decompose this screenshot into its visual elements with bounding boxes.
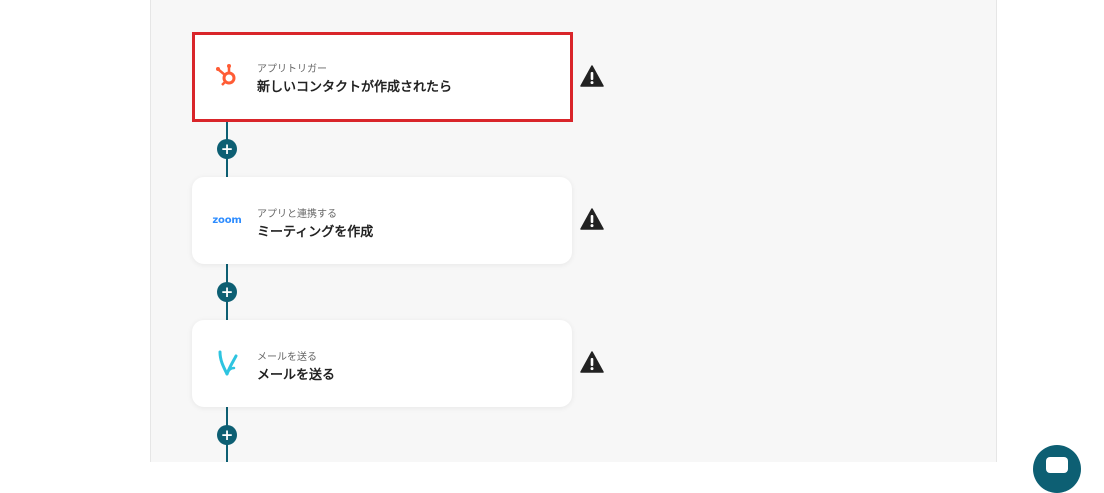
chat-icon [1046, 457, 1068, 473]
flow-step-zoom[interactable]: zoom アプリと連携する ミーティングを作成 [192, 177, 572, 264]
flow-step-mail[interactable]: メールを送る メールを送る [192, 320, 572, 407]
zoom-logo-text: zoom [212, 214, 242, 226]
zoom-icon: zoom [212, 205, 242, 235]
add-step-button[interactable]: + [217, 425, 237, 445]
warning-triangle-icon[interactable] [580, 208, 604, 230]
step-subtitle: アプリトリガー [257, 64, 327, 75]
add-step-button[interactable]: + [217, 282, 237, 302]
chat-button[interactable] [1033, 445, 1081, 493]
step-title: 新しいコンタクトが作成されたら [257, 80, 453, 95]
add-step-button[interactable]: + [217, 139, 237, 159]
warning-triangle-icon[interactable] [580, 65, 604, 87]
warning-triangle-icon[interactable] [580, 351, 604, 373]
yoom-mail-icon [212, 348, 242, 378]
step-title: ミーティングを作成 [257, 225, 374, 240]
step-subtitle: アプリと連携する [257, 209, 337, 220]
flow-step-trigger[interactable]: アプリトリガー 新しいコンタクトが作成されたら [192, 32, 573, 122]
step-subtitle: メールを送る [257, 352, 317, 363]
hubspot-icon [212, 60, 242, 90]
step-title: メールを送る [257, 368, 336, 383]
